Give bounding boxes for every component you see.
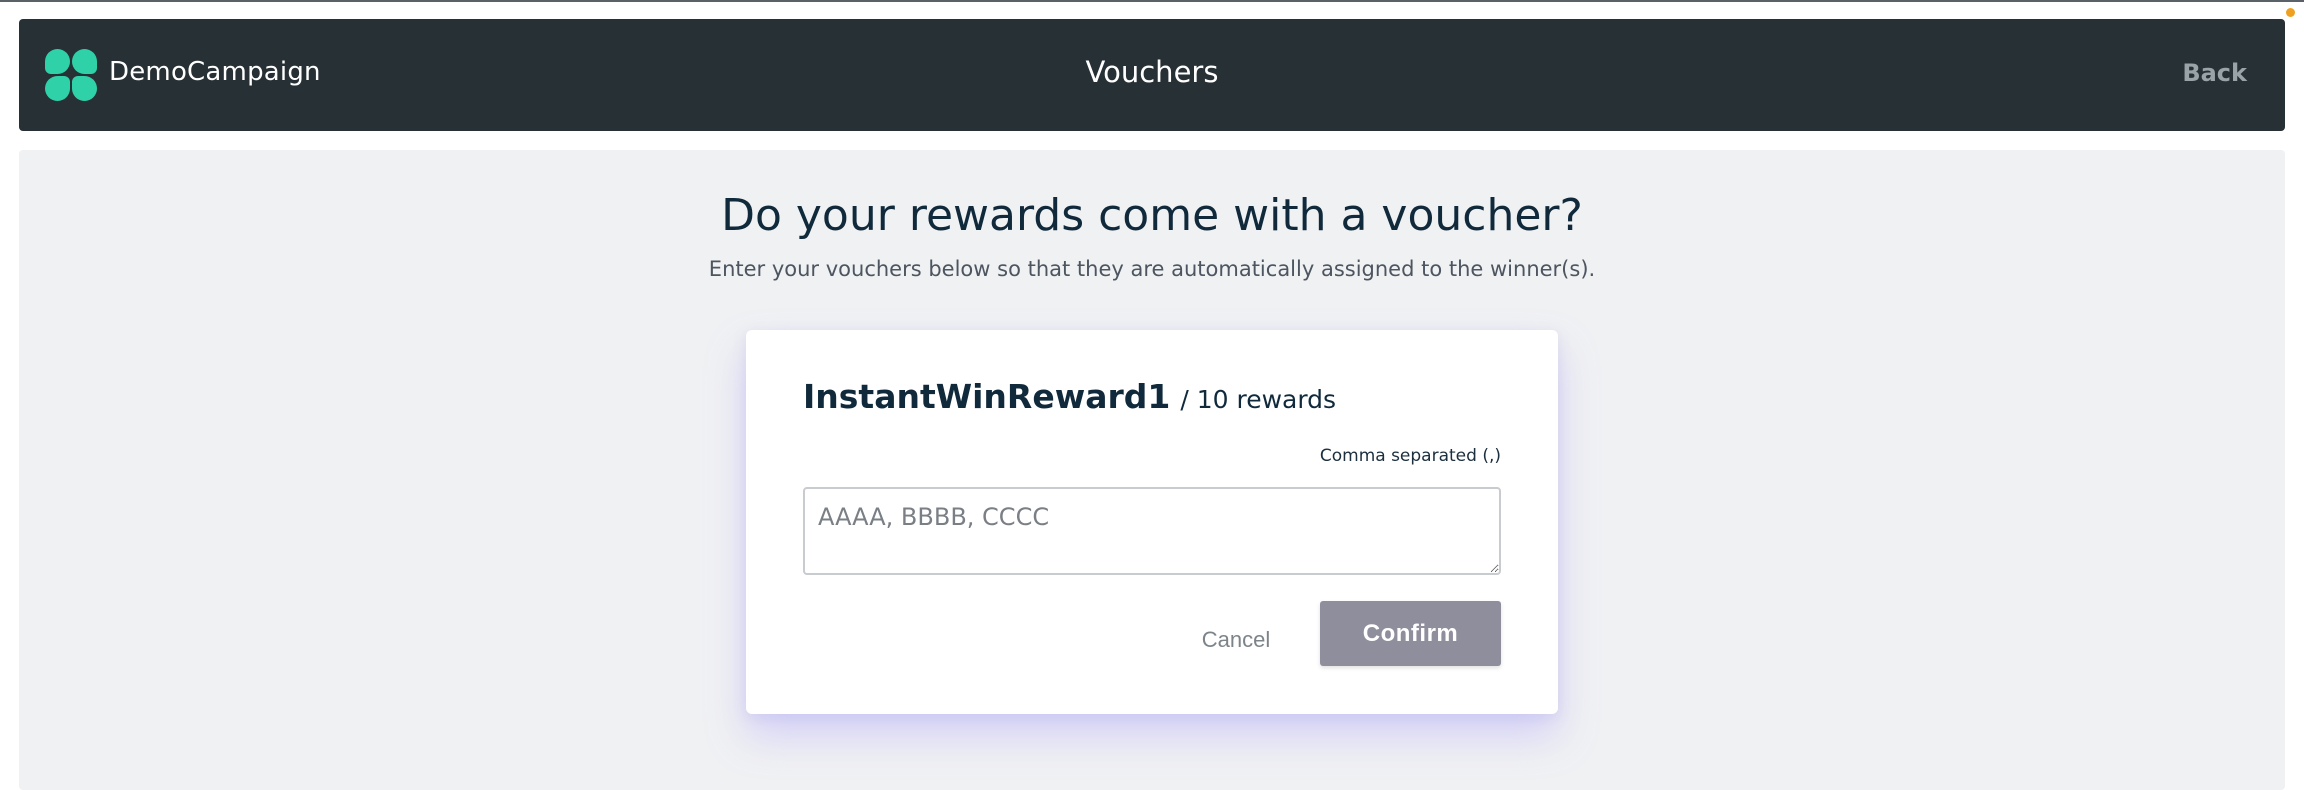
confirm-button[interactable]: Confirm xyxy=(1320,601,1501,666)
status-dot-icon xyxy=(2286,8,2295,17)
reward-name: InstantWinReward1 xyxy=(803,377,1171,416)
reward-count: / 10 rewards xyxy=(1180,385,1337,414)
comma-separated-hint: Comma separated (,) xyxy=(1319,446,1501,466)
back-link[interactable]: Back xyxy=(2182,59,2247,87)
voucher-card: InstantWinReward1 / 10 rewards Comma sepa… xyxy=(746,330,1558,714)
app-header: DemoCampaign Vouchers Back xyxy=(19,19,2285,131)
voucher-codes-input[interactable] xyxy=(803,487,1501,575)
voucher-description: Enter your vouchers below so that they a… xyxy=(708,257,1596,281)
page-title: Vouchers xyxy=(1085,55,1219,89)
voucher-headline: Do your rewards come with a voucher? xyxy=(721,190,1583,241)
window-top-border xyxy=(0,0,2304,2)
reward-title: InstantWinReward1 / 10 rewards xyxy=(803,377,1336,416)
cancel-button[interactable]: Cancel xyxy=(1186,616,1286,664)
main-content: Do your rewards come with a voucher? Ent… xyxy=(19,150,2285,790)
